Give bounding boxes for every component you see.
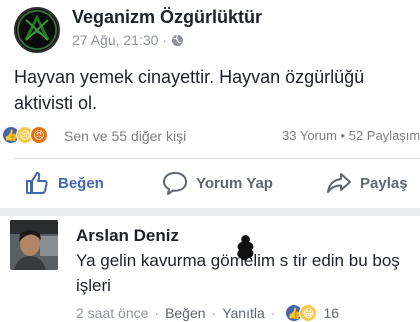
meta-separator: · <box>270 305 276 321</box>
like-button[interactable]: Beğen <box>24 170 104 196</box>
meta-separator: · <box>211 305 217 321</box>
like-button-label: Beğen <box>58 174 104 192</box>
laugh-reaction-icon: 😂 <box>299 304 318 322</box>
share-button[interactable]: Paylaş <box>326 170 408 196</box>
thumbs-up-icon <box>26 172 48 194</box>
globe-icon <box>171 34 184 47</box>
commenter-avatar[interactable] <box>10 220 58 270</box>
censor-blot-icon <box>237 235 254 261</box>
comment-reactions[interactable]: 👍 😂 16 <box>285 304 339 322</box>
reactions-row: 👍 😢 😠 Sen ve 55 diğer kişi 33 Yorum • 52… <box>0 124 420 148</box>
comment-time[interactable]: 2 saat önce <box>76 305 148 321</box>
commenter-name[interactable]: Arslan Deniz <box>76 226 179 246</box>
comment-button[interactable]: Yorum Yap <box>162 170 273 196</box>
reactions-label[interactable]: Sen ve 55 diğer kişi <box>64 128 186 144</box>
share-arrow-icon <box>327 173 351 193</box>
comment-like-link[interactable]: Beğen <box>165 305 205 321</box>
meta-separator: · <box>162 32 168 48</box>
share-button-label: Paylaş <box>360 174 408 192</box>
post-meta: 27 Ağu, 21:30 · <box>72 32 184 48</box>
angry-reaction-icon: 😠 <box>30 126 48 144</box>
divider <box>14 158 420 159</box>
post-text: Hayvan yemek cinayettir. Hayvan özgürlüğ… <box>14 67 365 113</box>
page-name[interactable]: Veganizm Özgürlüktür <box>72 7 262 28</box>
comment-reaction-count: 16 <box>323 305 340 321</box>
comment-reply-link[interactable]: Yanıtla <box>222 305 265 321</box>
post-header: Veganizm Özgürlüktür 27 Ağu, 21:30 · <box>14 5 414 53</box>
comment-bubble-icon <box>163 172 187 195</box>
comment: Arslan Deniz Ya gelin kavurma gömelim s … <box>0 216 420 322</box>
comment-button-label: Yorum Yap <box>196 174 273 192</box>
section-divider <box>0 208 420 216</box>
post-actions: Beğen Yorum Yap Paylaş <box>0 164 420 204</box>
meta-separator: · <box>154 305 160 321</box>
comment-share-counts[interactable]: 33 Yorum • 52 Paylaşım <box>282 128 420 143</box>
post-timestamp[interactable]: 27 Ağu, 21:30 <box>72 32 158 48</box>
comment-meta: 2 saat önce · Beğen · Yanıtla · 👍 😂 16 <box>76 304 339 322</box>
page-avatar[interactable] <box>14 7 60 53</box>
reaction-icons[interactable]: 👍 😢 😠 <box>2 126 48 144</box>
